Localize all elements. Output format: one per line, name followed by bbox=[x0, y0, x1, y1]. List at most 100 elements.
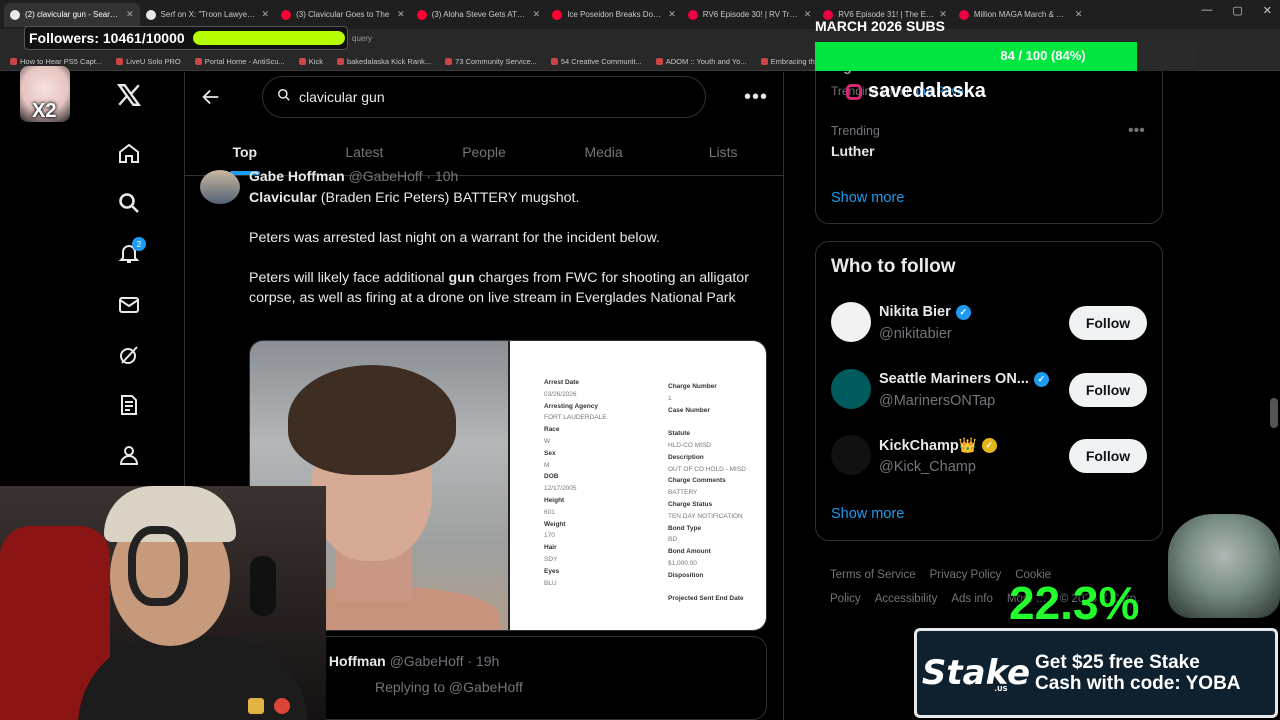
home-icon[interactable] bbox=[116, 140, 142, 166]
folder-icon[interactable] bbox=[248, 698, 264, 714]
show-more-follow[interactable]: Show more bbox=[831, 506, 904, 522]
browser-tab[interactable]: (3) Aloha Steve Gets ATTACKE ✕ bbox=[411, 3, 547, 27]
bookmark-item[interactable]: Kick bbox=[298, 57, 323, 66]
profile-icon[interactable] bbox=[116, 442, 142, 468]
verified-badge-icon: ✓ bbox=[981, 438, 997, 453]
chrome-icon[interactable] bbox=[274, 698, 290, 714]
suggestion-avatar[interactable] bbox=[831, 435, 871, 475]
footer-link[interactable]: Terms of Service bbox=[830, 569, 916, 581]
grok-icon[interactable] bbox=[116, 342, 142, 368]
bookmark-item[interactable]: ADOM :: Youth and Yo... bbox=[655, 57, 747, 66]
record-field-label: Bond Amount bbox=[668, 548, 711, 556]
bookmark-favicon-icon bbox=[655, 58, 663, 65]
record-field-label: Arrest Date bbox=[544, 379, 580, 386]
tab-close-icon[interactable]: ✕ bbox=[126, 9, 134, 20]
tweet-handle[interactable]: @GabeHoff bbox=[349, 168, 423, 184]
follow-button[interactable]: Follow bbox=[1069, 439, 1147, 473]
suggestion-handle[interactable]: @MarinersONTap bbox=[879, 393, 995, 409]
search-input[interactable] bbox=[299, 89, 679, 105]
bookmark-item[interactable]: bakedalaska Kick Rank... bbox=[336, 57, 432, 66]
x2-label: X2 bbox=[32, 100, 57, 122]
replying-to[interactable]: Replying to @GabeHoff bbox=[375, 679, 523, 695]
record-field-value: FORT LAUDERDALE bbox=[544, 414, 607, 422]
browser-tab[interactable]: Million MAGA March & More! ✕ bbox=[953, 3, 1089, 27]
tab-close-icon[interactable]: ✕ bbox=[1075, 9, 1083, 20]
back-arrow-icon[interactable] bbox=[200, 86, 222, 108]
show-more-trends[interactable]: Show more bbox=[831, 190, 904, 206]
tab-title: Million MAGA March & More! bbox=[973, 10, 1070, 19]
trend-more-icon[interactable]: ••• bbox=[1128, 122, 1145, 140]
bookmark-favicon-icon bbox=[445, 58, 453, 65]
browser-tab[interactable]: Ice Poseidon Breaks Down ✕ bbox=[546, 3, 682, 27]
tweet-avatar[interactable] bbox=[200, 170, 240, 204]
tweet-para3-a: Peters will likely face additional bbox=[249, 270, 449, 286]
record-field-value: 03/26/2026 bbox=[544, 390, 577, 398]
stake-logo-text: Stake bbox=[921, 653, 1031, 693]
arrest-record-image[interactable]: Arrest Date 03/26/2026 Arresting Agency FOR… bbox=[508, 341, 766, 630]
reply-card[interactable] bbox=[249, 636, 767, 720]
bookmark-item[interactable]: How to Hear PS5 Capt... bbox=[10, 57, 102, 66]
tweet-time[interactable]: 10h bbox=[435, 168, 458, 184]
bookmark-label: bakedalaska Kick Rank... bbox=[346, 57, 432, 66]
search-box[interactable] bbox=[262, 76, 706, 118]
record-field-label: Eyes bbox=[544, 567, 560, 575]
suggestion-avatar[interactable] bbox=[831, 369, 871, 409]
tab-media[interactable]: Media bbox=[544, 128, 664, 175]
record-field-value: M bbox=[544, 461, 550, 469]
follow-button[interactable]: Follow bbox=[1069, 373, 1147, 407]
suggestion-handle[interactable]: @Kick_Champ bbox=[879, 459, 976, 475]
bookmark-favicon-icon bbox=[298, 58, 306, 65]
record-field-value: 12/17/2005 bbox=[544, 485, 577, 493]
suggestion-name[interactable]: Nikita Bier bbox=[879, 304, 951, 320]
footer-link[interactable]: Accessibility bbox=[875, 593, 938, 605]
x-logo-icon[interactable] bbox=[116, 82, 142, 108]
arrest-record-right: Charge Number 1 Case Number Statute HLD-CO … bbox=[668, 381, 746, 617]
suggestion-avatar[interactable] bbox=[831, 302, 871, 342]
messages-icon[interactable] bbox=[116, 292, 142, 318]
trend-name[interactable]: Luther bbox=[831, 143, 875, 159]
follow-button[interactable]: Follow bbox=[1069, 306, 1147, 340]
browser-tab[interactable]: Serf on X: "Troon Lawyer Fi ✕ bbox=[140, 3, 276, 27]
record-field-value bbox=[668, 605, 746, 617]
subs-progress-text: 84 / 100 (84%) bbox=[1000, 48, 1086, 63]
reply-handle[interactable]: @GabeHoff bbox=[390, 653, 464, 669]
suggestion-name[interactable]: Seattle Mariners ON... bbox=[879, 371, 1029, 387]
browser-tab[interactable]: RV6 Episode 30! | RV Trip Ove ✕ bbox=[682, 3, 818, 27]
browser-tab[interactable]: (2) clavicular gun - Search / X ✕ bbox=[4, 2, 140, 27]
page-scrollbar[interactable] bbox=[1270, 398, 1278, 428]
close-icon[interactable]: ✕ bbox=[1263, 4, 1272, 17]
suggestion-name-row: KickChamp👑 ✓ bbox=[879, 437, 997, 454]
tab-favicon-icon bbox=[958, 9, 969, 20]
minimize-icon[interactable]: — bbox=[1201, 4, 1212, 17]
tweet-line1: (Braden Eric Peters) BATTERY mugshot. bbox=[316, 190, 580, 206]
lists-icon[interactable] bbox=[116, 392, 142, 418]
tab-title: Ice Poseidon Breaks Down bbox=[567, 10, 664, 19]
search-icon[interactable] bbox=[116, 190, 142, 216]
bookmark-label: LiveU Solo PRO bbox=[126, 57, 181, 66]
record-field-value: HLD-CO MISD bbox=[668, 441, 711, 449]
footer-link[interactable]: Ads info bbox=[951, 593, 993, 605]
tab-close-icon[interactable]: ✕ bbox=[262, 9, 270, 20]
suggestion-handle[interactable]: @nikitabier bbox=[879, 326, 952, 342]
bookmark-item[interactable]: LiveU Solo PRO bbox=[116, 57, 181, 66]
tab-lists[interactable]: Lists bbox=[663, 128, 783, 175]
record-field-label: Charge Status bbox=[668, 500, 713, 508]
tweet-media[interactable]: Arrest Date 03/26/2026 Arresting Agency FOR… bbox=[249, 340, 767, 631]
tweet-author[interactable]: Gabe Hoffman bbox=[249, 168, 345, 184]
bookmark-item[interactable]: Portal Home - AntiScu... bbox=[194, 57, 285, 66]
record-field-label: Statute bbox=[668, 430, 691, 438]
browser-tab[interactable]: (3) Clavicular Goes to The ✕ bbox=[275, 3, 411, 27]
suggestion-name[interactable]: KickChamp👑 bbox=[879, 437, 977, 454]
tab-close-icon[interactable]: ✕ bbox=[533, 9, 541, 20]
followers-progress-bar bbox=[192, 31, 345, 45]
maximize-icon[interactable]: ▢ bbox=[1232, 4, 1242, 17]
more-options-icon[interactable]: ••• bbox=[744, 86, 768, 109]
bookmark-favicon-icon bbox=[550, 58, 558, 65]
tab-favicon-icon bbox=[10, 9, 20, 20]
footer-link[interactable]: Privacy Policy bbox=[930, 569, 1002, 581]
tab-close-icon[interactable]: ✕ bbox=[804, 9, 812, 20]
tab-close-icon[interactable]: ✕ bbox=[397, 9, 405, 20]
bookmark-item[interactable]: 54 Creative Communit... bbox=[550, 57, 642, 66]
bookmark-item[interactable]: 73 Community Service... bbox=[445, 57, 537, 66]
tab-close-icon[interactable]: ✕ bbox=[668, 9, 676, 20]
